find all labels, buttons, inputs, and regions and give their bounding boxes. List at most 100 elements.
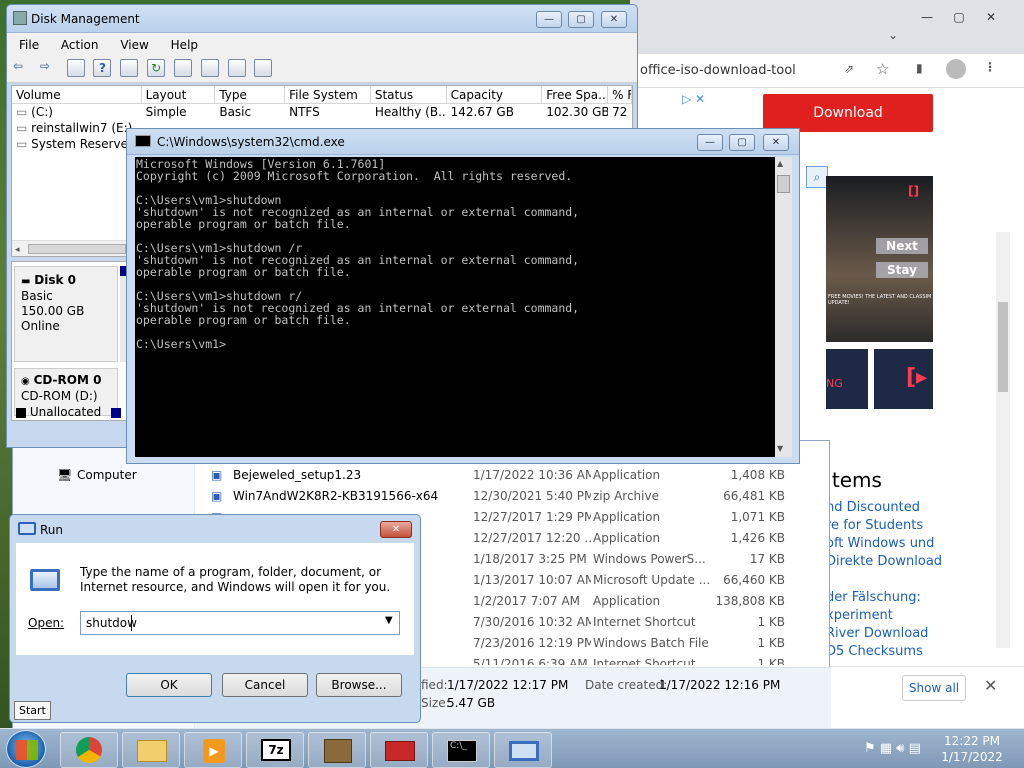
minimize-button[interactable]: — bbox=[697, 134, 723, 151]
kebab-menu-icon[interactable]: ⋮ bbox=[984, 60, 996, 74]
forward-arrow-icon[interactable]: ⇨ bbox=[40, 59, 58, 77]
console-output[interactable]: Microsoft Windows [Version 6.1.7601] Copy… bbox=[135, 157, 775, 457]
cmd-scrollbar[interactable]: ▲ ▼ bbox=[775, 157, 792, 457]
properties-icon[interactable] bbox=[120, 59, 139, 77]
action-center-icon[interactable]: ⚑ bbox=[864, 741, 876, 756]
chevron-down-icon[interactable]: ▼ bbox=[385, 615, 393, 626]
network-icon[interactable]: ▦ bbox=[880, 741, 892, 756]
share-icon[interactable]: ⇗ bbox=[844, 62, 854, 76]
menu-view[interactable]: View bbox=[120, 38, 148, 52]
disk0-label[interactable]: ▬ Disk 0 Basic 150.00 GB Online bbox=[14, 266, 118, 362]
file-row[interactable]: ▣ Bejeweled_setup1.23 1/17/2022 10:36 AM Ap… bbox=[211, 465, 791, 486]
maximize-button[interactable]: ▢ bbox=[729, 134, 755, 151]
close-icon[interactable]: ✕ bbox=[978, 10, 1004, 26]
menu-file[interactable]: File bbox=[19, 38, 39, 52]
scrollbar-thumb[interactable] bbox=[28, 244, 126, 254]
volume-row[interactable]: ▭ (C:) Simple Basic NTFS Healthy (B... 1… bbox=[12, 104, 632, 120]
link[interactable]: xperiment bbox=[826, 608, 1006, 626]
col-percent-free[interactable]: % F bbox=[608, 86, 633, 103]
settings-icon[interactable] bbox=[173, 59, 192, 77]
menu-action[interactable]: Action bbox=[61, 38, 99, 52]
clock[interactable]: 12:22 PM 1/17/2022 bbox=[940, 733, 1004, 765]
file-size: 1,071 KB bbox=[730, 510, 785, 524]
ad-stay-button[interactable]: Stay bbox=[876, 262, 928, 278]
close-button[interactable]: ✕ bbox=[380, 521, 412, 538]
col-volume[interactable]: Volume bbox=[12, 86, 142, 103]
maximize-button[interactable]: ▢ bbox=[568, 11, 594, 28]
ok-button[interactable]: OK bbox=[126, 673, 212, 697]
chevron-down-icon[interactable]: ⌄ bbox=[888, 28, 898, 42]
help-icon[interactable]: ? bbox=[93, 59, 112, 77]
scrollbar-thumb[interactable] bbox=[777, 175, 790, 193]
video-ad[interactable]: [] Next Stay FREE MOVIES! THE LATEST AND… bbox=[826, 176, 933, 342]
file-row[interactable]: ▣ Win7AndW2K8R2-KB3191566-x64 12/30/2021 5… bbox=[211, 486, 791, 507]
url-text[interactable]: office-iso-download-tool bbox=[640, 63, 796, 78]
link[interactable]: D5 Checksums bbox=[826, 644, 1006, 662]
scroll-left-icon[interactable]: ◂ bbox=[15, 245, 20, 255]
link[interactable]: Direkte Download bbox=[826, 554, 1006, 572]
cancel-button[interactable]: Cancel bbox=[222, 673, 308, 697]
col-capacity[interactable]: Capacity bbox=[447, 86, 543, 103]
col-type[interactable]: Type bbox=[215, 86, 286, 103]
open-folder-icon[interactable] bbox=[200, 59, 219, 77]
disk0-size: 150.00 GB bbox=[21, 304, 85, 318]
title-bar[interactable]: Disk Management — ▢ ✕ bbox=[7, 5, 637, 33]
search-icon[interactable] bbox=[227, 59, 246, 77]
ad-next-button[interactable]: Next bbox=[876, 238, 928, 254]
scrollbar-thumb[interactable] bbox=[998, 302, 1008, 392]
cmd-title: C:\Windows\system32\cmd.exe bbox=[157, 135, 345, 149]
taskbar-installer[interactable] bbox=[308, 732, 366, 768]
close-shelf-icon[interactable]: ✕ bbox=[984, 676, 997, 695]
scroll-up-icon[interactable]: ▲ bbox=[777, 159, 783, 168]
up-folder-icon[interactable] bbox=[66, 59, 85, 77]
link[interactable]: der Fälschung: bbox=[826, 590, 1006, 608]
taskbar-explorer[interactable] bbox=[122, 732, 180, 768]
search-icon[interactable]: ⌕ bbox=[806, 166, 828, 188]
nav-computer[interactable]: Computer bbox=[77, 468, 137, 482]
ad-tile-play[interactable]: [▸ bbox=[874, 349, 933, 409]
taskbar-7zip[interactable]: 7z bbox=[246, 732, 304, 768]
minimize-icon[interactable]: — bbox=[914, 10, 940, 26]
back-arrow-icon[interactable]: ⇦ bbox=[13, 59, 31, 77]
maximize-icon[interactable]: ▢ bbox=[946, 10, 972, 26]
run-title-bar[interactable]: Run ✕ bbox=[10, 515, 420, 543]
download-button[interactable]: Download bbox=[763, 94, 933, 132]
start-button[interactable] bbox=[6, 730, 46, 768]
chrome-address-bar[interactable]: office-iso-download-tool ⇗ ☆ ▮ ⋮ bbox=[630, 54, 1024, 88]
horizontal-scrollbar[interactable]: ◂ bbox=[12, 240, 130, 256]
menu-help[interactable]: Help bbox=[171, 38, 198, 52]
col-layout[interactable]: Layout bbox=[142, 86, 216, 103]
minimize-button[interactable]: — bbox=[536, 11, 562, 28]
link[interactable]: nd Discounted bbox=[826, 500, 1006, 518]
show-all-button[interactable]: Show all bbox=[902, 675, 966, 701]
col-status[interactable]: Status bbox=[371, 86, 447, 103]
scroll-down-icon[interactable]: ▼ bbox=[777, 444, 783, 453]
cmd-title-bar[interactable]: C:\Windows\system32\cmd.exe — ▢ ✕ bbox=[127, 129, 799, 155]
link[interactable]: oft Windows und bbox=[826, 536, 1006, 554]
link[interactable]: River Download bbox=[826, 626, 1006, 644]
browse-button[interactable]: Browse... bbox=[316, 673, 402, 697]
taskbar-toolbox[interactable] bbox=[370, 732, 428, 768]
taskbar-cmd[interactable]: C:\_ bbox=[432, 732, 490, 768]
close-button[interactable]: ✕ bbox=[763, 134, 789, 151]
col-filesystem[interactable]: File System bbox=[285, 86, 371, 103]
taskbar-chrome[interactable] bbox=[60, 732, 118, 768]
close-button[interactable]: ✕ bbox=[601, 11, 627, 28]
link[interactable]: re for Students bbox=[826, 518, 1006, 536]
open-combobox[interactable]: shutdow ▼ bbox=[80, 611, 400, 635]
ad-tile[interactable]: NG bbox=[826, 349, 868, 409]
col-free-space[interactable]: Free Spa... bbox=[542, 86, 609, 103]
taskbar-run[interactable] bbox=[494, 732, 552, 768]
power-icon[interactable]: ▤ bbox=[909, 741, 921, 756]
refresh-icon[interactable]: ↻ bbox=[147, 59, 166, 77]
scrollbar[interactable] bbox=[996, 232, 1010, 648]
bookmark-star-icon[interactable]: ☆ bbox=[876, 60, 889, 78]
sidepanel-icon[interactable]: ▮ bbox=[916, 61, 923, 75]
avatar[interactable] bbox=[946, 59, 966, 79]
open-input[interactable]: shutdow bbox=[86, 616, 137, 630]
rescan-icon[interactable] bbox=[254, 59, 273, 77]
adchoices-icon[interactable]: ▷ ✕ bbox=[682, 92, 705, 106]
file-date: 12/27/2017 1:29 PM bbox=[473, 510, 591, 524]
volume-icon[interactable]: 🔊︎ bbox=[896, 741, 904, 756]
taskbar-media[interactable]: ▶ bbox=[184, 732, 242, 768]
